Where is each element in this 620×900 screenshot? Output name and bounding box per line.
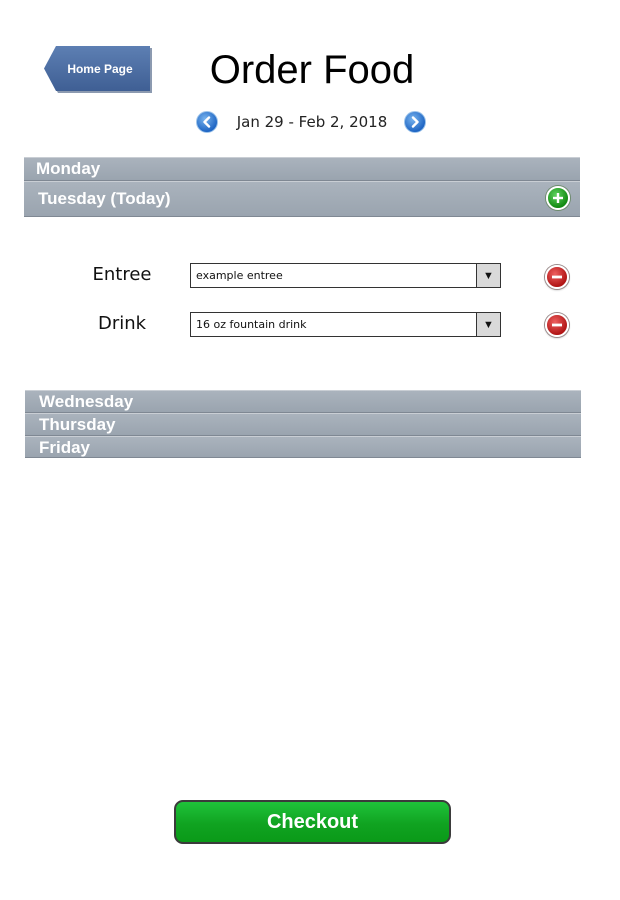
remove-entree-button[interactable] <box>545 265 569 289</box>
checkout-button-label: Checkout <box>266 810 359 833</box>
day-bar-wednesday[interactable]: Wednesday <box>25 390 581 413</box>
plus-circle-icon <box>553 193 563 203</box>
home-page-button-label: Home Page <box>67 61 133 76</box>
home-page-button[interactable]: Home Page <box>44 46 150 91</box>
day-bar-monday[interactable]: Monday <box>24 157 580 181</box>
next-week-button[interactable] <box>404 111 426 133</box>
drink-select[interactable]: 16 oz fountain drink ▼ <box>190 312 501 337</box>
chevron-right-icon <box>411 116 419 128</box>
remove-drink-button[interactable] <box>545 313 569 337</box>
entree-label: Entree <box>92 264 152 285</box>
dropdown-arrow-icon: ▼ <box>476 313 500 336</box>
minus-circle-icon <box>552 275 562 279</box>
dropdown-arrow-icon: ▼ <box>476 264 500 287</box>
entree-select-value: example entree <box>196 269 283 282</box>
checkout-button[interactable]: Checkout <box>174 800 451 844</box>
previous-week-button[interactable] <box>196 111 218 133</box>
day-bar-tuesday[interactable]: Tuesday (Today) <box>24 181 580 217</box>
page-title: Order Food <box>209 48 415 92</box>
day-bar-tuesday-label: Tuesday (Today) <box>38 189 171 208</box>
add-item-button[interactable] <box>546 186 570 210</box>
entree-select[interactable]: example entree ▼ <box>190 263 501 288</box>
day-bar-friday[interactable]: Friday <box>25 436 581 458</box>
chevron-left-icon <box>203 116 211 128</box>
day-bar-thursday[interactable]: Thursday <box>25 413 581 436</box>
drink-label: Drink <box>97 313 147 334</box>
minus-circle-icon <box>552 323 562 327</box>
week-range-label: Jan 29 - Feb 2, 2018 <box>236 113 388 131</box>
drink-select-value: 16 oz fountain drink <box>196 318 307 331</box>
